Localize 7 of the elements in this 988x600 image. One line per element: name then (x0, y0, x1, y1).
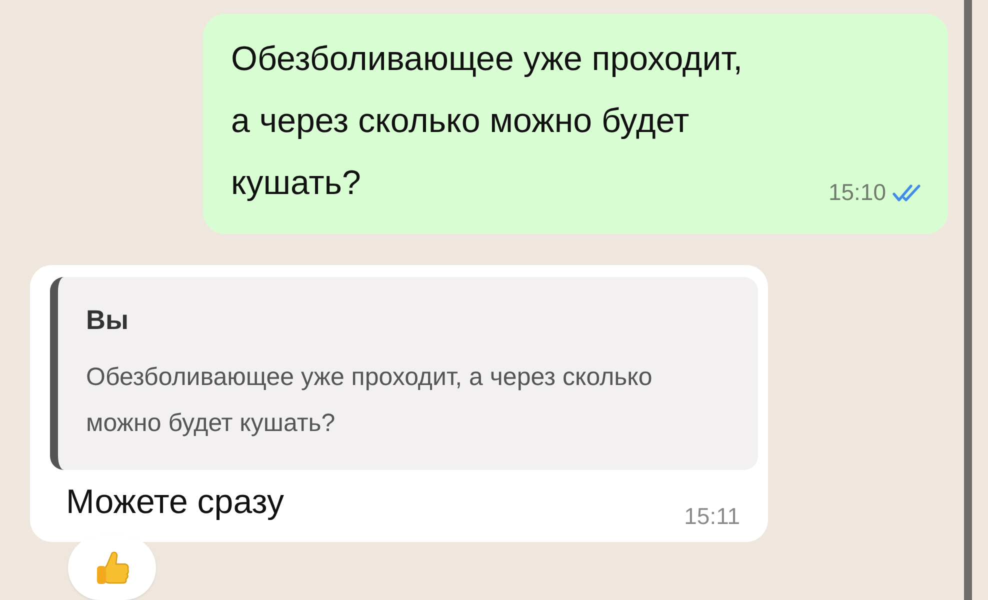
message-time: 15:10 (828, 179, 886, 206)
message-text: Обезболивающее уже проходит, а через сколько можно будет кушать? (231, 39, 744, 204)
message-time: 15:11 (684, 503, 740, 530)
message-text: Можете сразу (66, 482, 284, 523)
quote-text: Обезболивающее уже проходит, а через сколько можно будет кушать? (86, 362, 654, 439)
quoted-message[interactable]: Вы Обезболивающее уже проходит, а через сколько можно будет кушать? (50, 277, 758, 470)
quote-author: Вы (86, 305, 130, 336)
